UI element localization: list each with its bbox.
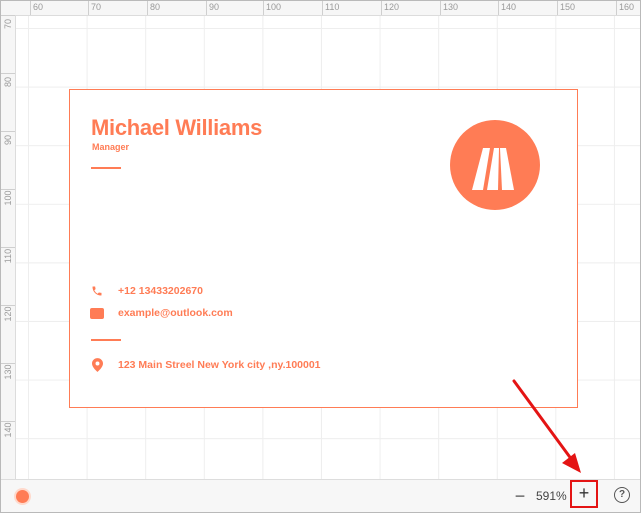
ruler-top-label: 90 — [209, 2, 220, 12]
ruler-top-label: 120 — [384, 2, 400, 12]
ruler-left-label: 90 — [3, 135, 13, 146]
ruler-top-label: 130 — [443, 2, 459, 12]
ruler-top-label: 160 — [619, 2, 635, 12]
ruler-left-label: 80 — [3, 77, 13, 88]
ruler-top-label: 80 — [150, 2, 161, 12]
card-email-text: example@outlook.com — [118, 307, 233, 319]
ruler-top-label: 100 — [266, 2, 282, 12]
ruler-corner — [1, 1, 16, 16]
card-divider-bottom — [91, 339, 121, 341]
card-phone-text: +12 13433202670 — [118, 285, 203, 297]
business-card[interactable]: Michael Williams Manager +12 13433202670… — [69, 89, 578, 408]
ruler-left-label: 70 — [3, 19, 13, 30]
ruler-top-label: 70 — [91, 2, 102, 12]
brand-m-logo-icon[interactable] — [450, 120, 540, 210]
email-icon — [90, 306, 104, 320]
vertical-ruler: 70 80 90 100 110 120 130 140 — [1, 15, 16, 479]
ruler-top-label: 140 — [501, 2, 517, 12]
ruler-left-label: 120 — [3, 306, 13, 322]
ruler-left-label: 130 — [3, 364, 13, 380]
card-address-row[interactable]: 123 Main Streel New York city ,ny.100001 — [90, 358, 321, 372]
color-swatch-button[interactable] — [16, 490, 29, 503]
card-divider-top — [91, 167, 121, 169]
ruler-top-label: 110 — [325, 2, 340, 12]
card-address-text: 123 Main Streel New York city ,ny.100001 — [118, 359, 321, 371]
card-phone-row[interactable]: +12 13433202670 — [90, 284, 203, 298]
ruler-left-label: 140 — [3, 422, 13, 438]
location-pin-icon — [90, 358, 104, 372]
ruler-top-label: 150 — [560, 2, 576, 12]
phone-icon — [90, 284, 104, 298]
ruler-top-label: 60 — [33, 2, 44, 12]
editor-frame: 60 70 80 90 100 110 120 130 140 150 160 … — [0, 0, 641, 513]
zoom-out-button[interactable]: − — [510, 486, 530, 506]
card-email-row[interactable]: example@outlook.com — [90, 306, 233, 320]
ruler-left-label: 100 — [3, 190, 13, 206]
card-job-title-text[interactable]: Manager — [92, 142, 129, 152]
zoom-in-button[interactable]: + — [570, 480, 598, 508]
horizontal-ruler: 60 70 80 90 100 110 120 130 140 150 160 — [15, 1, 640, 16]
ruler-left-label: 110 — [3, 248, 13, 264]
help-icon[interactable]: ? — [614, 487, 630, 503]
card-name-text[interactable]: Michael Williams — [91, 115, 262, 141]
bottom-toolbar: − 591% — [1, 479, 640, 512]
zoom-level-text: 591% — [536, 489, 567, 503]
